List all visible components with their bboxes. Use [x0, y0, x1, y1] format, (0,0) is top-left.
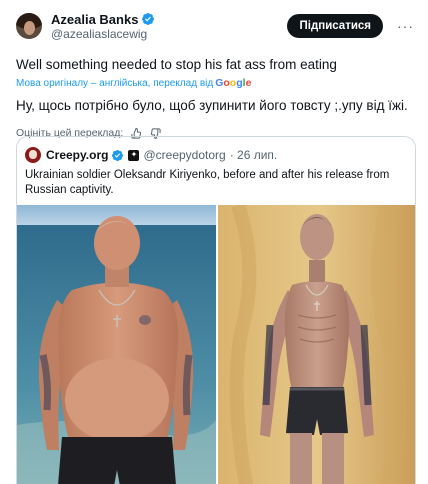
tweet-text-translated: Ну, щось потрібно було, щоб зупинити йог…: [16, 98, 408, 113]
author-avatar[interactable]: [16, 13, 42, 39]
quoted-post-date[interactable]: · 26 лип.: [230, 148, 278, 162]
subscribe-button[interactable]: Підписатися: [287, 14, 383, 38]
author-name[interactable]: Azealia Banks: [51, 12, 138, 27]
photo-after[interactable]: [218, 205, 415, 484]
translation-note-text[interactable]: Мова оригіналу – англійська, переклад ві…: [16, 78, 213, 89]
more-options-icon[interactable]: ···: [397, 19, 414, 33]
google-logo: Google: [215, 77, 252, 89]
quoted-author-name[interactable]: Creepy.org: [46, 148, 108, 162]
quoted-media[interactable]: [17, 205, 415, 484]
affiliate-badge-icon: ✦: [128, 149, 140, 161]
verified-badge-icon: [112, 149, 124, 161]
tweet-text-original: Well something needed to stop his fat as…: [16, 57, 337, 72]
verified-badge-icon: [142, 13, 155, 25]
author-handle[interactable]: @azealiaslacewig: [51, 27, 155, 41]
quoted-author-handle[interactable]: @creepydotorg: [143, 148, 225, 162]
photo-before[interactable]: [17, 205, 216, 484]
author-name-row: Azealia Banks: [51, 12, 155, 27]
quoted-tweet[interactable]: Creepy.org ✦ @creepydotorg · 26 лип. Ukr…: [16, 136, 416, 484]
quoted-author-avatar[interactable]: [25, 147, 41, 163]
quoted-tweet-text: Ukrainian soldier Oleksandr Kiriyenko, b…: [25, 169, 390, 196]
quoted-tweet-header: Creepy.org ✦ @creepydotorg · 26 лип.: [25, 147, 415, 163]
tweet-header: Azealia Banks @azealiaslacewig Підписати…: [16, 10, 416, 42]
translation-note[interactable]: Мова оригіналу – англійська, переклад ві…: [16, 77, 416, 89]
author-info: Azealia Banks @azealiaslacewig: [51, 12, 155, 41]
